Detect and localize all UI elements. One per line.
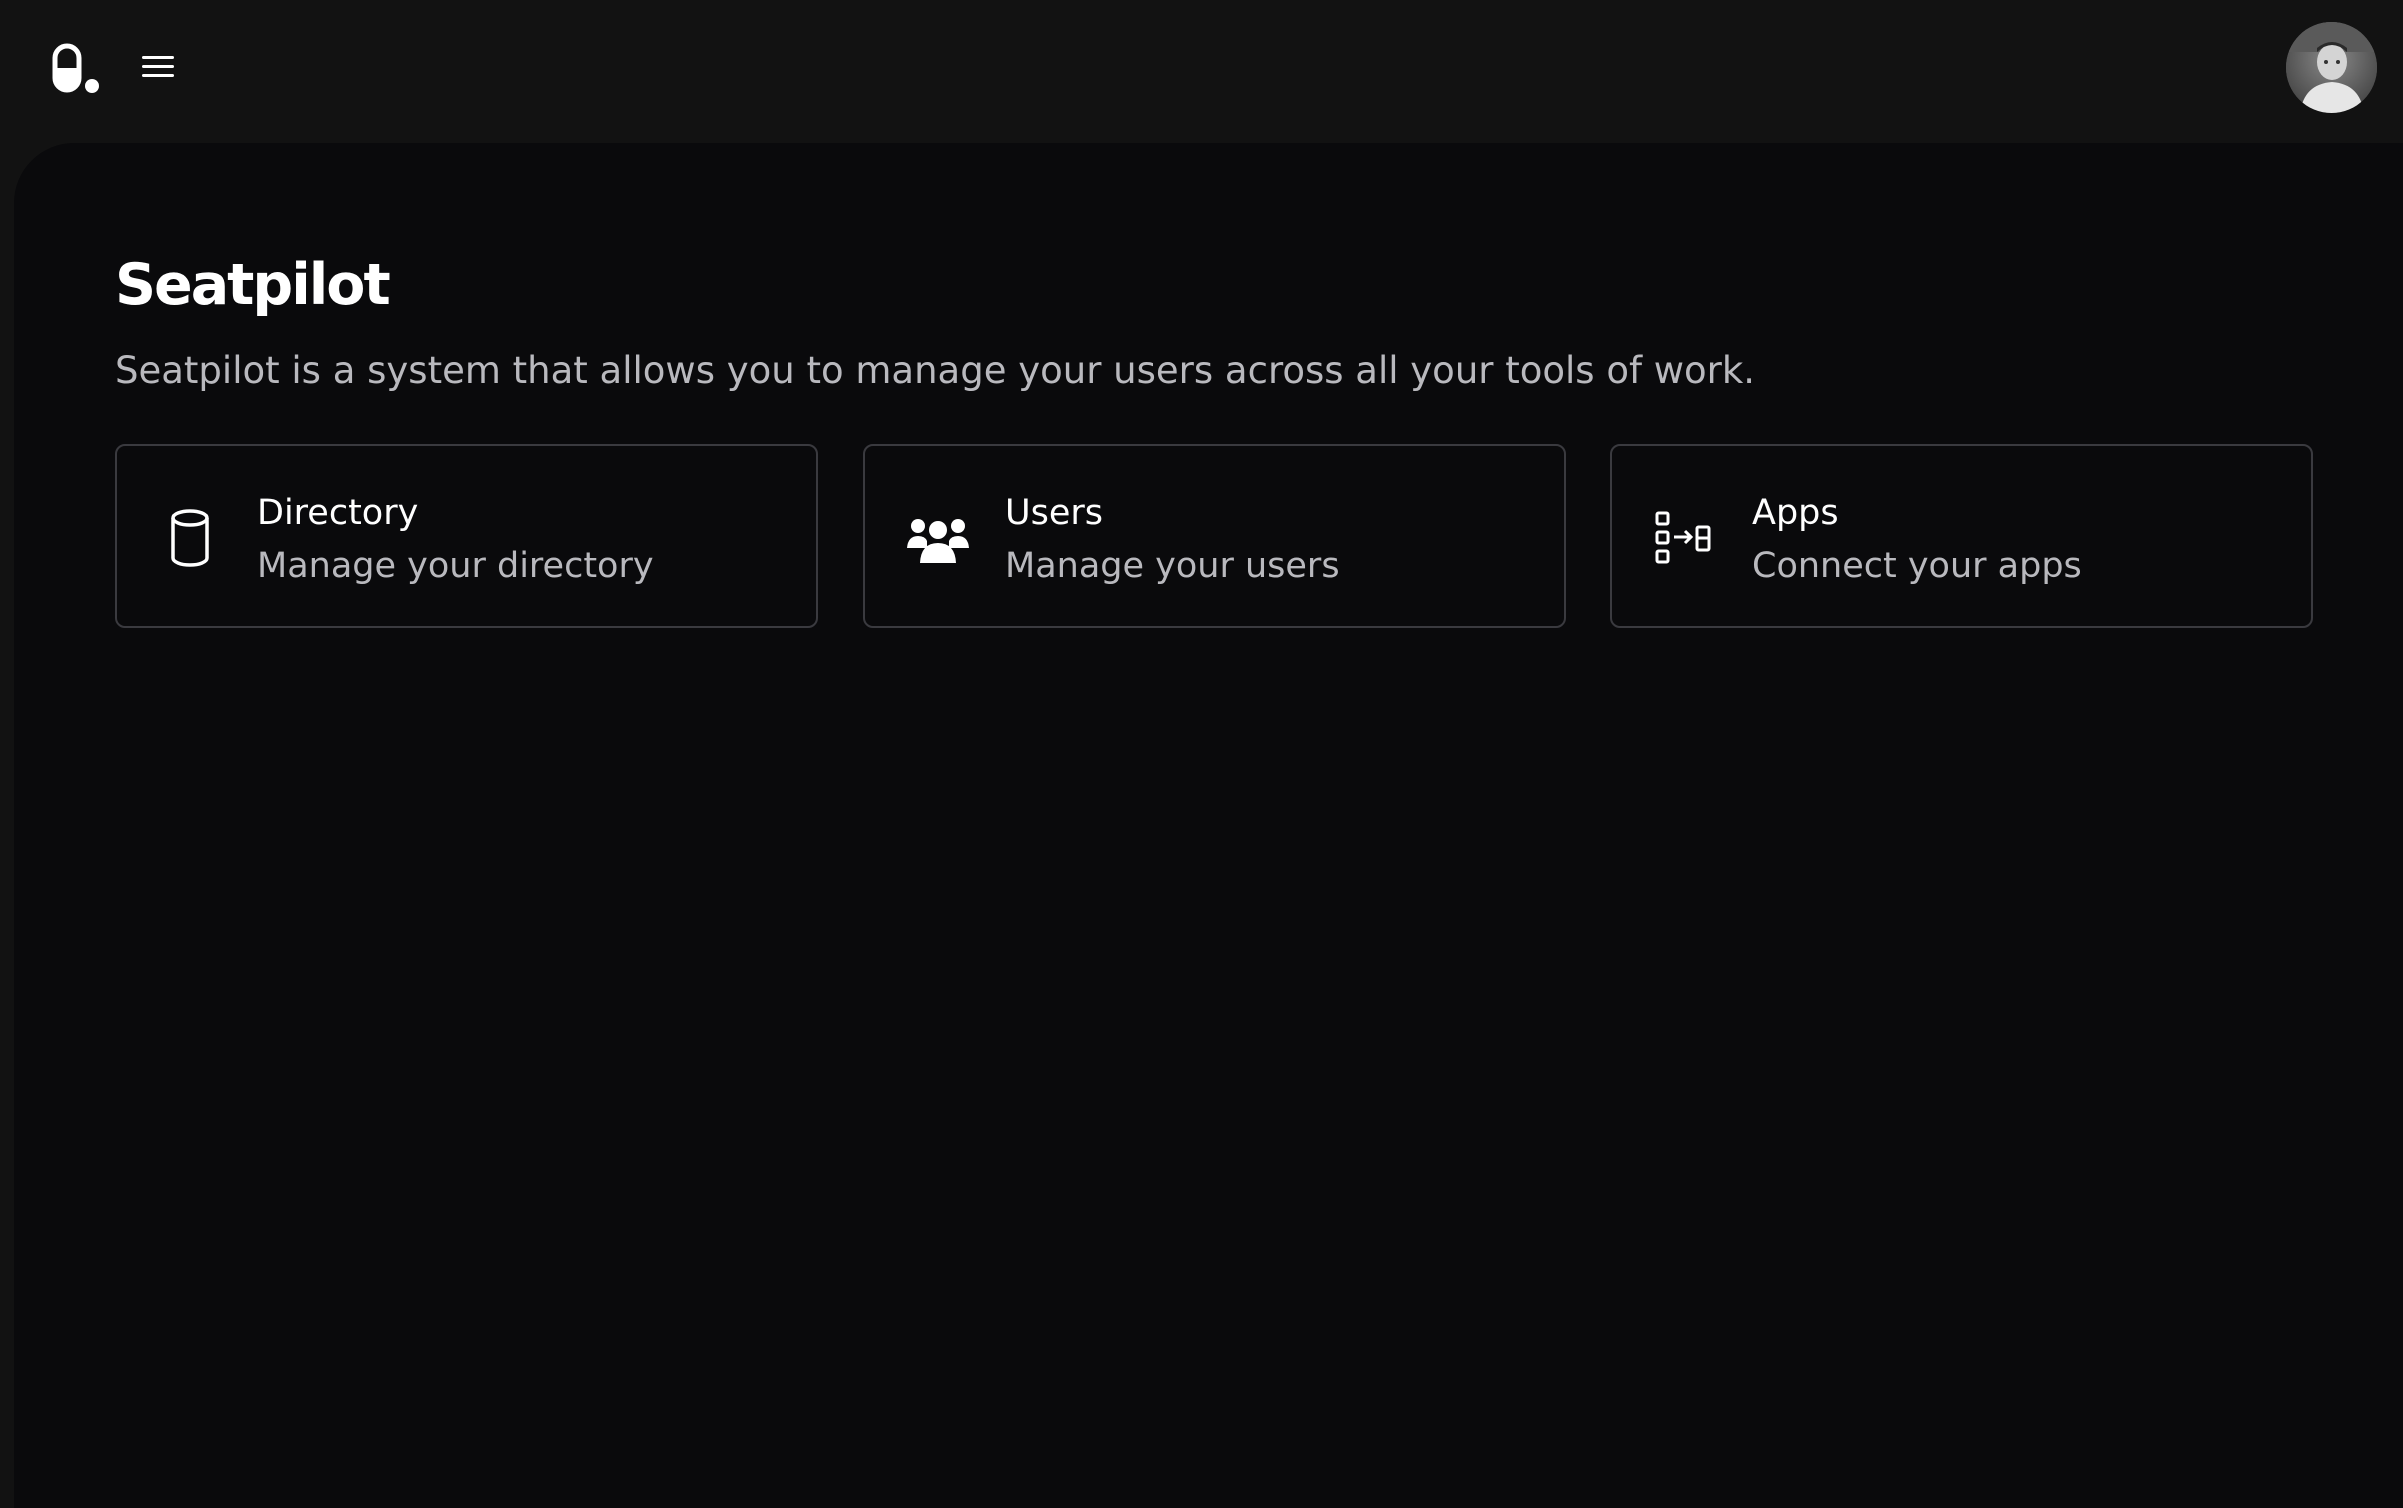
card-title: Apps (1752, 493, 1839, 533)
card-title: Directory (257, 493, 419, 533)
seatpilot-logo-icon[interactable] (50, 43, 102, 95)
apps-connect-icon (1652, 508, 1718, 568)
card-title: Users (1005, 493, 1104, 533)
users-group-icon (905, 508, 971, 568)
apps-card[interactable]: Apps Connect your apps (1610, 444, 2313, 628)
card-subtitle: Manage your directory (257, 546, 654, 586)
card-subtitle: Manage your users (1005, 546, 1340, 586)
hamburger-menu-icon[interactable] (138, 50, 180, 84)
page-title: Seatpilot (115, 252, 391, 318)
card-subtitle: Connect your apps (1752, 546, 2082, 586)
main-content: Seatpilot Seatpilot is a system that all… (14, 143, 2403, 1508)
top-bar (0, 0, 2403, 143)
users-card[interactable]: Users Manage your users (863, 444, 1566, 628)
directory-card[interactable]: Directory Manage your directory (115, 444, 818, 628)
user-avatar[interactable] (2286, 22, 2377, 113)
database-cylinder-icon (157, 508, 223, 568)
page-description: Seatpilot is a system that allows you to… (115, 349, 1756, 392)
